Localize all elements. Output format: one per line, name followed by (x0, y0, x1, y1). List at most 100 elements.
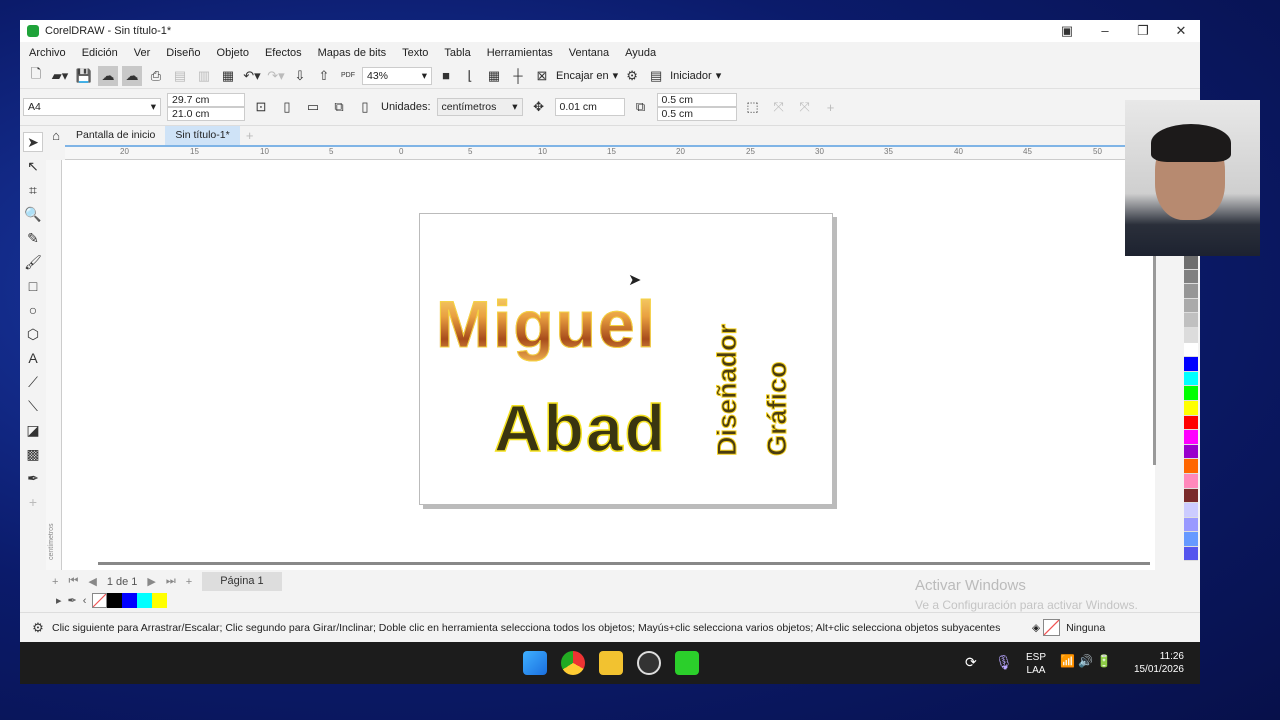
palette-swatch[interactable] (1184, 444, 1198, 460)
document-palette-swatch[interactable] (107, 593, 123, 608)
menu-ayuda[interactable]: Ayuda (625, 47, 656, 59)
guidelines-icon[interactable]: ┼ (508, 66, 528, 86)
text-object-abad[interactable]: Abad (493, 390, 667, 466)
current-page-icon[interactable]: ▯ (355, 97, 375, 117)
palette-swatch[interactable] (1184, 532, 1198, 547)
horizontal-scrollbar[interactable] (98, 562, 1150, 565)
all-pages-icon[interactable]: ⧉ (329, 97, 349, 117)
drawing-canvas[interactable]: Miguel Abad Diseñador Gráfico ➤ (62, 160, 1156, 570)
copy-icon[interactable]: ▥ (194, 66, 214, 86)
document-palette-swatch[interactable] (137, 593, 153, 608)
new-tab-icon[interactable]: + (240, 126, 260, 146)
palette-swatch[interactable] (1184, 342, 1198, 358)
add-page-before-icon[interactable]: + (52, 576, 58, 588)
windows-start-icon[interactable] (523, 651, 547, 675)
close-button[interactable]: ✕ (1162, 20, 1200, 42)
open-folder-icon[interactable]: ▰▾ (50, 66, 70, 86)
dimension-tool-icon[interactable]: ⟋ (23, 372, 43, 392)
palette-swatch[interactable] (1184, 517, 1198, 533)
launcher-icon[interactable]: ▤ (646, 66, 666, 86)
options-gear-icon[interactable]: ⚙ (622, 66, 642, 86)
rectangle-tool-icon[interactable]: □ (23, 276, 43, 296)
obs-icon[interactable] (637, 651, 661, 675)
menu-tabla[interactable]: Tabla (444, 47, 470, 59)
menu-archivo[interactable]: Archivo (29, 47, 66, 59)
palette-swatch[interactable] (1184, 313, 1198, 328)
page-size-options-icon[interactable]: ⊡ (251, 97, 271, 117)
full-screen-icon[interactable]: ■ (436, 66, 456, 86)
chevron-down-icon[interactable]: ▾ (716, 69, 722, 82)
grid-icon[interactable]: ▦ (484, 66, 504, 86)
page-height-field[interactable]: 21.0 cm (167, 107, 245, 121)
palette-swatch[interactable] (1184, 473, 1198, 489)
rulers-icon[interactable]: ⌊ (460, 66, 480, 86)
crop-tool-icon[interactable]: ⌗ (23, 180, 43, 200)
zoom-level-select[interactable]: 43% ▾ (362, 66, 432, 85)
scroll-left-icon[interactable]: ‹ (83, 595, 87, 607)
home-icon[interactable]: ⌂ (46, 126, 66, 146)
palette-swatch[interactable] (1184, 546, 1198, 562)
menu-texto[interactable]: Texto (402, 47, 428, 59)
chevron-down-icon[interactable]: ▾ (613, 69, 619, 82)
nudge-field[interactable]: 0.01 cm (554, 98, 625, 116)
vertical-ruler[interactable]: centímetros (46, 160, 62, 570)
vertical-scrollbar[interactable] (1153, 255, 1156, 465)
sync-icon[interactable]: ⟳ (965, 654, 977, 671)
export-pdf-icon[interactable]: PDF (338, 66, 358, 86)
palette-swatch[interactable] (1184, 284, 1198, 299)
page-width-field[interactable]: 29.7 cm (167, 93, 245, 107)
horizontal-ruler[interactable]: 20 15 10 5 0 5 10 15 20 25 30 35 40 45 5… (65, 145, 1155, 160)
transparency-icon[interactable]: ▩ (23, 444, 43, 464)
last-page-icon[interactable]: ⏭ (166, 575, 176, 588)
redo-icon[interactable]: ↷▾ (266, 66, 286, 86)
import-icon[interactable]: ⇩ (290, 66, 310, 86)
minimize-button[interactable]: – (1086, 20, 1124, 42)
cloud-upload-icon[interactable]: ☁ (122, 65, 142, 86)
freehand-tool-icon[interactable]: ✎ (23, 228, 43, 248)
pick-tool-icon[interactable]: ➤ (23, 132, 43, 152)
palette-swatch[interactable] (1184, 357, 1198, 372)
palette-swatch[interactable] (1184, 400, 1198, 416)
tab-document[interactable]: Sin título-1* (165, 126, 240, 145)
palette-swatch[interactable] (1184, 371, 1198, 387)
wifi-volume-battery-icons[interactable]: 📶 🔊 🔋 (1060, 654, 1112, 668)
tab-home[interactable]: Pantalla de inicio (66, 126, 165, 145)
palette-swatch[interactable] (1184, 386, 1198, 401)
drop-shadow-icon[interactable]: ◪ (23, 420, 43, 440)
add-tool-icon[interactable]: + (23, 492, 43, 512)
export-icon[interactable]: ⇧ (314, 66, 334, 86)
undo-icon[interactable]: ↶▾ (242, 66, 262, 86)
menu-herramientas[interactable]: Herramientas (487, 47, 553, 59)
eyedropper-icon[interactable]: ✒ (23, 468, 43, 488)
menu-ver[interactable]: Ver (134, 47, 151, 59)
palette-swatch[interactable] (1184, 269, 1198, 285)
text-object-grafico[interactable]: Gráfico (762, 361, 793, 457)
first-page-icon[interactable]: ⏮ (68, 575, 78, 588)
clock[interactable]: 11:26 15/01/2026 (1126, 650, 1184, 676)
connector-tool-icon[interactable]: ⟍ (23, 396, 43, 416)
duplicate-x-field[interactable]: 0.5 cm (656, 93, 737, 107)
paste-icon[interactable]: ▦ (218, 66, 238, 86)
duplicate-y-field[interactable]: 0.5 cm (656, 107, 737, 121)
text-tool-icon[interactable]: A (23, 348, 43, 368)
no-color-swatch[interactable] (92, 593, 108, 608)
page-tab[interactable]: Página 1 (202, 572, 282, 591)
shape-tool-icon[interactable]: ↖ (23, 156, 43, 176)
previous-page-icon[interactable]: ◀ (88, 575, 96, 588)
eyedropper-icon[interactable]: ✒ (68, 594, 77, 607)
palette-swatch[interactable] (1184, 327, 1198, 343)
edit-page-icon[interactable]: ⬚ (743, 97, 763, 117)
palette-swatch[interactable] (1184, 415, 1198, 431)
cloud-download-icon[interactable]: ☁ (98, 65, 118, 86)
next-page-icon[interactable]: ▶ (147, 575, 155, 588)
settings-gear-icon[interactable]: ⚙ (28, 618, 48, 638)
polygon-tool-icon[interactable]: ⬡ (23, 324, 43, 344)
landscape-icon[interactable]: ▭ (303, 97, 323, 117)
language-indicator[interactable]: ESP LAA (1026, 651, 1046, 677)
palette-swatch[interactable] (1184, 255, 1198, 270)
portrait-icon[interactable]: ▯ (277, 97, 297, 117)
launcher-button[interactable]: Iniciador (670, 70, 712, 82)
drawing-page[interactable]: Miguel Abad Diseñador Gráfico ➤ (419, 213, 833, 505)
print-icon[interactable]: ⎙ (146, 66, 166, 86)
add-icon[interactable]: + (821, 97, 841, 117)
